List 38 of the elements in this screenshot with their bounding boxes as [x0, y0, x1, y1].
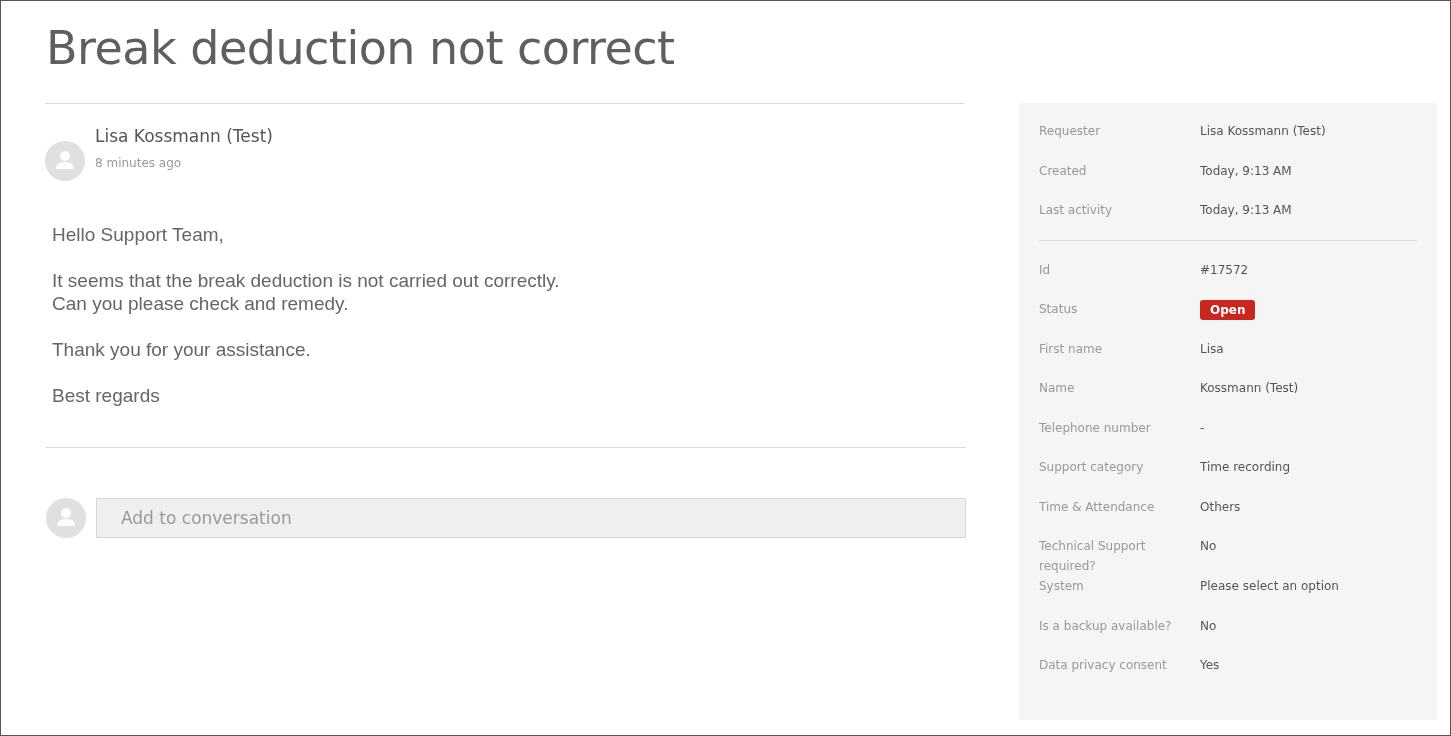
attribute-label: Support category	[1039, 459, 1145, 476]
status-badge: Open	[1200, 300, 1256, 320]
attribute-value: Kossmann (Test)	[1200, 380, 1299, 397]
attribute-value: Please select an option	[1200, 578, 1339, 595]
attribute-value: No	[1200, 538, 1217, 555]
attribute-label: Last activity	[1039, 202, 1114, 219]
attribute-value: Lisa	[1200, 340, 1224, 358]
message-time: 8 minutes ago	[95, 156, 183, 170]
conversation-input[interactable]: Add to conversation	[96, 498, 966, 538]
attribute-value: Today, 9:13 AM	[1200, 202, 1292, 219]
attribute-label: Id	[1039, 261, 1052, 279]
attribute-value: Lisa Kossmann (Test)	[1200, 123, 1326, 140]
attribute-label: Status	[1039, 301, 1079, 318]
message-paragraph: Best regards	[52, 384, 161, 407]
message-paragraph: Thank you for your assistance.	[52, 338, 312, 361]
attribute-value: Today, 9:13 AM	[1200, 162, 1292, 180]
attribute-label: Created	[1039, 162, 1088, 180]
attribute-label: Time & Attendance	[1039, 498, 1156, 516]
message-paragraph: Hello Support Team,	[52, 223, 225, 246]
attribute-label: Is a backup available?	[1039, 617, 1173, 635]
avatar-icon	[46, 498, 86, 538]
attribute-value: Yes	[1200, 657, 1220, 674]
author-name: Lisa Kossmann (Test)	[95, 126, 273, 146]
attribute-label: Technical Support required?	[1039, 538, 1147, 575]
attribute-label: System	[1039, 578, 1085, 595]
attribute-label: Name	[1039, 380, 1076, 397]
ticket-title: Break deduction not correct	[46, 21, 676, 75]
attribute-label: First name	[1039, 340, 1104, 358]
attribute-value: #17572	[1200, 261, 1249, 279]
attribute-value: Others	[1200, 498, 1241, 516]
attribute-value: No	[1200, 617, 1217, 635]
attribute-label: Data privacy consent	[1039, 657, 1168, 674]
attribute-label: Requester	[1039, 123, 1102, 140]
attribute-value: Time recording	[1200, 459, 1291, 476]
message-paragraph: It seems that the break deduction is not carried out correctly. Can you please check and remedy.	[52, 269, 561, 315]
attribute-label: Telephone number	[1039, 419, 1152, 437]
attribute-value: -	[1200, 419, 1205, 437]
avatar-icon	[45, 141, 85, 181]
